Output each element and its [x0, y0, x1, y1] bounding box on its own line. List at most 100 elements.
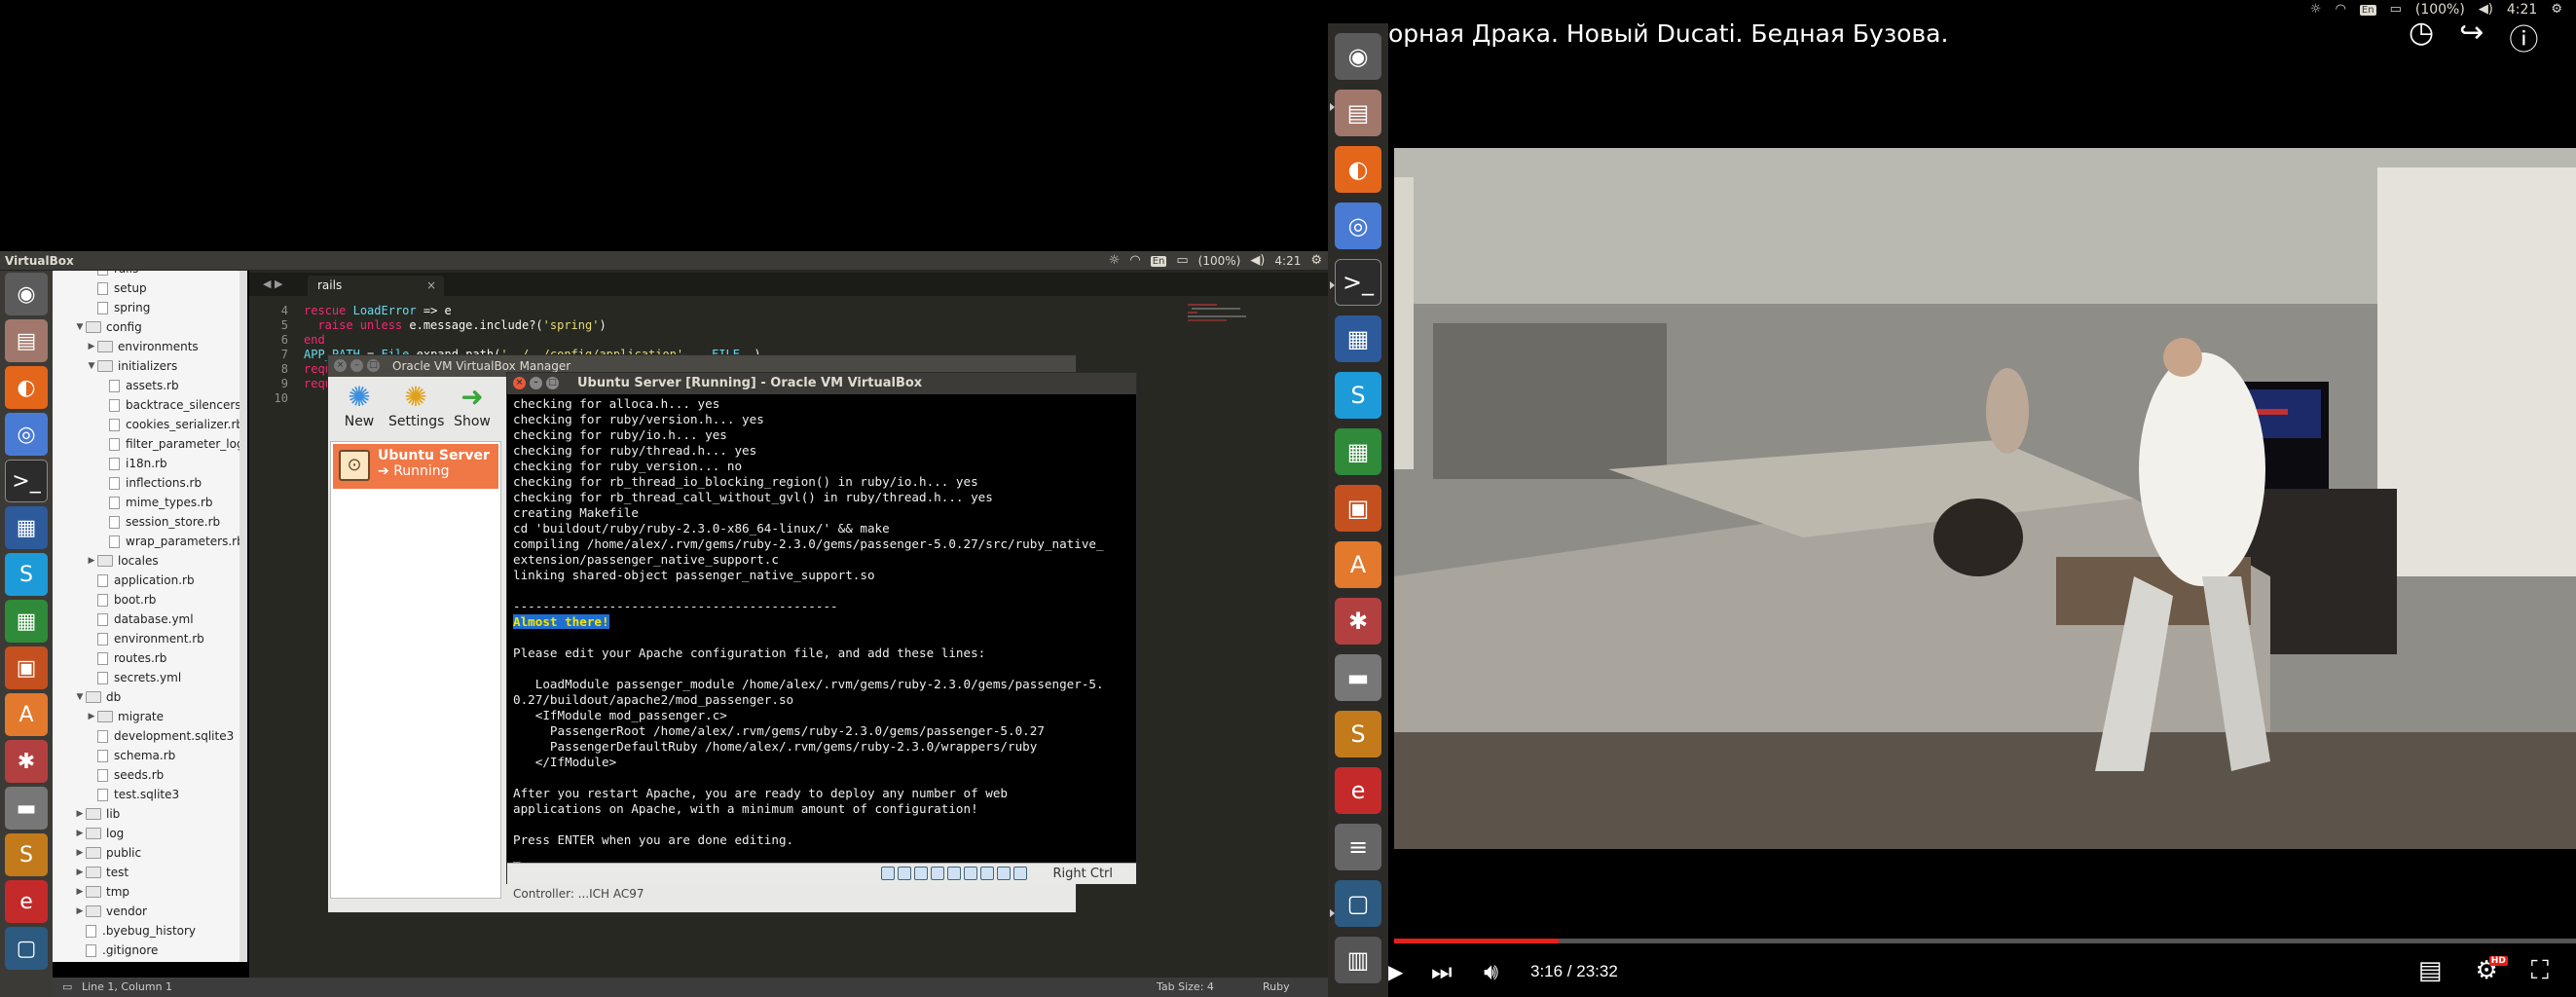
tree-file[interactable]: environment.rb [86, 629, 204, 648]
optical-icon[interactable] [898, 867, 911, 880]
battery-icon[interactable]: ▭ [2390, 2, 2402, 18]
tree-file[interactable]: spring [86, 298, 150, 317]
tab-nav-arrows[interactable]: ◀ ▶ [263, 277, 282, 290]
terminal-icon[interactable]: >_ [5, 460, 48, 502]
tab-size[interactable]: Tab Size: 4 [1157, 980, 1214, 993]
tree-file[interactable]: setup [86, 278, 147, 298]
tree-folder[interactable]: ▼ initializers [86, 356, 178, 376]
display-icon[interactable] [980, 867, 994, 880]
battery-icon[interactable]: ▭ [1176, 253, 1188, 269]
tree-folder[interactable]: ▶ environments [86, 337, 199, 356]
tree-file[interactable]: inflections.rb [97, 473, 202, 493]
skype-icon[interactable]: S [1335, 372, 1381, 419]
files-icon[interactable]: ▤ [1335, 90, 1381, 136]
shared-folder-icon[interactable] [964, 867, 977, 880]
sublime-icon[interactable]: S [5, 833, 48, 876]
hdd-icon[interactable] [881, 867, 895, 880]
collapsed-arrow-icon[interactable]: ▶ [74, 863, 86, 882]
tree-folder[interactable]: ▶ tmp [74, 882, 129, 902]
tree-folder[interactable]: ▶ locales [86, 551, 159, 571]
keyboard-layout-indicator[interactable]: En [2359, 4, 2376, 16]
tree-file[interactable]: wrap_parameters.rb [97, 532, 244, 551]
tree-folder[interactable]: ▶ test [74, 863, 129, 882]
volume-icon[interactable]: 🔊︎ [1484, 958, 1498, 985]
tree-file[interactable]: i18n.rb [97, 454, 167, 473]
trash-icon[interactable]: ▥ [1335, 937, 1381, 983]
show-button[interactable]: ➜ Show [445, 377, 499, 439]
system-gear-icon[interactable]: ⚙ [1310, 253, 1322, 269]
video-progress-bar[interactable] [1394, 939, 2576, 943]
expanded-arrow-icon[interactable]: ▼ [86, 356, 97, 376]
sidebar-scrollbar[interactable] [239, 271, 247, 962]
watch-later-icon[interactable]: ◷ [2409, 16, 2434, 58]
minimize-button[interactable]: – [350, 359, 363, 372]
tree-folder[interactable]: ▶ public [74, 843, 142, 863]
tree-file[interactable]: backtrace_silencers.rb [97, 395, 246, 415]
virtualbox-icon[interactable]: ▢ [1335, 880, 1381, 927]
info-icon[interactable]: ⓘ [2509, 16, 2538, 58]
drive-icon[interactable]: ▬ [5, 787, 48, 830]
software-center-icon[interactable]: A [5, 693, 48, 736]
collapsed-arrow-icon[interactable]: ▶ [74, 804, 86, 824]
tree-folder[interactable]: ▶ log [74, 824, 125, 843]
share-icon[interactable]: ↪ [2459, 16, 2484, 58]
video-frame[interactable] [1394, 148, 2576, 849]
vm-terminal[interactable]: checking for alloca.h... yes checking for… [513, 396, 1136, 864]
impress-icon[interactable]: ▣ [5, 646, 48, 689]
software-center-icon[interactable]: A [1335, 541, 1381, 588]
collapsed-arrow-icon[interactable]: ▶ [86, 337, 97, 356]
wifi-icon[interactable]: ◠ [1129, 253, 1140, 269]
app-icon[interactable]: e [1335, 767, 1381, 814]
tree-file[interactable]: database.yml [86, 609, 194, 629]
files-icon[interactable]: ▤ [5, 319, 48, 362]
audio-icon[interactable] [914, 867, 928, 880]
clock[interactable]: 4:21 [1274, 254, 1301, 268]
close-button[interactable]: × [334, 359, 347, 372]
tree-file[interactable]: session_store.rb [97, 512, 220, 532]
brightness-icon[interactable]: ☼ [2310, 2, 2322, 18]
system-settings-icon[interactable]: ✱ [5, 740, 48, 783]
tree-file[interactable]: assets.rb [97, 376, 179, 395]
mouse-integration-icon[interactable] [1013, 867, 1027, 880]
minimize-button[interactable]: – [530, 377, 542, 389]
close-icon[interactable]: × [426, 278, 436, 292]
video-title[interactable]: орная Драка. Новый Ducati. Бедная Бузова… [1388, 19, 1948, 48]
terminal-icon[interactable]: >_ [1335, 259, 1381, 306]
panel-toggle-icon[interactable]: ▭ [62, 980, 72, 993]
capture-icon[interactable] [997, 867, 1011, 880]
dash-home-icon[interactable]: ◉ [5, 273, 48, 315]
virtualbox-icon[interactable]: ▢ [5, 927, 48, 970]
settings-gear-icon[interactable]: ⚙ HD [2475, 956, 2508, 986]
tree-folder[interactable]: ▶ vendor [74, 902, 147, 921]
collapsed-arrow-icon[interactable]: ▶ [74, 843, 86, 863]
network-icon[interactable] [931, 867, 944, 880]
firefox-icon[interactable]: ◐ [5, 366, 48, 409]
maximize-button[interactable]: □ [367, 359, 380, 372]
vm-list-item[interactable]: ⊙ Ubuntu Server ➔ Running [333, 444, 498, 489]
minimap[interactable] [1188, 302, 1256, 331]
tree-file[interactable]: cookies_serializer.rb [97, 415, 243, 434]
skype-icon[interactable]: S [5, 553, 48, 596]
stack-icon[interactable]: ≡ [1335, 824, 1381, 870]
expanded-arrow-icon[interactable]: ▼ [74, 317, 86, 337]
play-icon[interactable]: ▶ [1388, 960, 1403, 983]
fullscreen-icon[interactable]: ⛶ [2531, 956, 2549, 986]
tree-folder[interactable]: ▼ db [74, 687, 122, 707]
tree-folder[interactable]: ▶ migrate [86, 707, 164, 726]
system-gear-icon[interactable]: ⚙ [2551, 2, 2562, 18]
tree-file[interactable]: routes.rb [86, 648, 166, 668]
close-button[interactable]: × [513, 377, 526, 389]
tree-folder[interactable]: ▶ lib [74, 804, 121, 824]
captions-icon[interactable]: ▤ [2418, 956, 2443, 986]
collapsed-arrow-icon[interactable]: ▶ [74, 902, 86, 921]
firefox-icon[interactable]: ◐ [1335, 146, 1381, 193]
wifi-icon[interactable]: ◠ [2336, 2, 2346, 18]
tree-file[interactable]: boot.rb [86, 590, 156, 609]
tree-file[interactable]: filter_parameter_logging.rb [97, 434, 246, 454]
expanded-arrow-icon[interactable]: ▼ [74, 687, 86, 707]
tree-file[interactable]: rails [86, 271, 138, 278]
syntax-mode[interactable]: Ruby [1263, 980, 1290, 993]
tree-file[interactable]: mime_types.rb [97, 493, 213, 512]
window-titlebar[interactable]: × – □ Ubuntu Server [Running] - Oracle V… [507, 373, 1136, 394]
volume-icon[interactable]: ◀) [1250, 253, 1265, 269]
